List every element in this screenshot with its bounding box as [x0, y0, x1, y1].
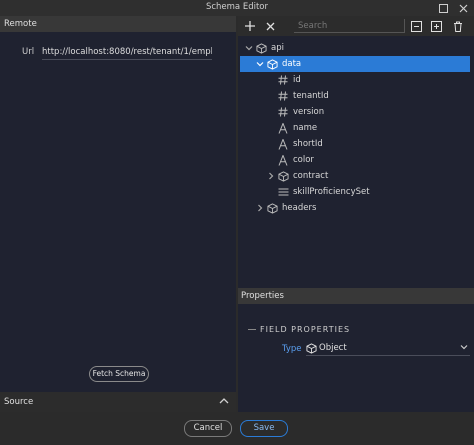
hash-icon — [276, 73, 290, 87]
maximize-icon[interactable] — [436, 1, 450, 15]
text-icon — [276, 137, 290, 151]
delete-icon[interactable] — [262, 18, 278, 34]
tree-item-name[interactable]: name — [240, 120, 470, 136]
tree-item-color[interactable]: color — [240, 152, 470, 168]
tree-item-label: headers — [282, 203, 317, 213]
expand-all-icon[interactable] — [428, 18, 444, 34]
tree-item-tenantid[interactable]: tenantId — [240, 88, 470, 104]
add-icon[interactable] — [242, 18, 258, 34]
dialog-footer: Cancel Save — [0, 412, 474, 445]
section-divider — [248, 329, 256, 330]
close-icon[interactable] — [456, 1, 470, 15]
tree-item-label: shortId — [293, 139, 323, 149]
hash-icon — [276, 105, 290, 119]
type-select[interactable]: Object — [306, 341, 470, 356]
cube-icon — [276, 169, 290, 183]
cube-icon — [265, 201, 279, 215]
text-icon — [276, 121, 290, 135]
tree-item-label: tenantId — [293, 91, 329, 101]
tree-item-api[interactable]: api — [240, 40, 470, 56]
tree-item-shortid[interactable]: shortId — [240, 136, 470, 152]
cube-icon — [265, 57, 279, 71]
cube-icon — [306, 342, 317, 354]
save-button[interactable]: Save — [240, 420, 288, 437]
chevron-down-icon[interactable] — [255, 60, 265, 68]
cube-icon — [254, 41, 268, 55]
tree-item-label: api — [271, 43, 284, 53]
collapse-all-icon[interactable] — [408, 18, 424, 34]
properties-header: Properties — [238, 288, 474, 304]
tree-item-label: contract — [293, 171, 329, 181]
url-input[interactable]: http://localhost:8080/rest/tenant/1/empl… — [42, 44, 212, 60]
type-label: Type — [282, 344, 302, 354]
tree-item-contract[interactable]: contract — [240, 168, 470, 184]
field-properties-title: FIELD PROPERTIES — [260, 325, 351, 334]
url-label: Url — [22, 47, 35, 57]
tree-item-data[interactable]: data — [240, 56, 470, 72]
chevron-down-icon[interactable] — [244, 44, 254, 52]
type-value: Object — [319, 343, 347, 353]
tree-item-label: name — [293, 123, 318, 133]
cancel-button[interactable]: Cancel — [184, 420, 232, 437]
hash-icon — [276, 89, 290, 103]
search-input[interactable]: Search — [294, 20, 404, 33]
source-header[interactable]: Source — [0, 392, 236, 412]
remote-panel: Remote Url http://localhost:8080/rest/te… — [0, 16, 236, 412]
window-title: Schema Editor — [205, 2, 269, 12]
tree-item-id[interactable]: id — [240, 72, 470, 88]
toolbar-divider — [404, 19, 405, 33]
text-icon — [276, 153, 290, 167]
title-bar: Schema Editor — [0, 0, 474, 16]
list-icon — [276, 185, 290, 199]
chevron-down-icon — [460, 343, 468, 354]
fetch-schema-button[interactable]: Fetch Schema — [89, 366, 149, 382]
source-header-label: Source — [4, 397, 34, 407]
tree-item-label: version — [293, 107, 325, 117]
tree-item-version[interactable]: version — [240, 104, 470, 120]
remote-header: Remote — [0, 16, 236, 32]
tree-item-label: color — [293, 155, 314, 165]
tree-item-label: id — [293, 75, 301, 85]
trash-icon[interactable] — [450, 18, 466, 34]
schema-panel: Search api data id tenantId version name short… — [238, 16, 474, 412]
chevron-right-icon[interactable] — [255, 204, 265, 212]
tree-item-headers[interactable]: headers — [240, 200, 470, 216]
schema-toolbar: Search — [238, 16, 474, 36]
tree-item-skillproficiencyset[interactable]: skillProficiencySet — [240, 184, 470, 200]
tree-item-label: skillProficiencySet — [293, 187, 370, 197]
tree-item-label: data — [282, 59, 302, 69]
chevron-right-icon[interactable] — [266, 172, 276, 180]
